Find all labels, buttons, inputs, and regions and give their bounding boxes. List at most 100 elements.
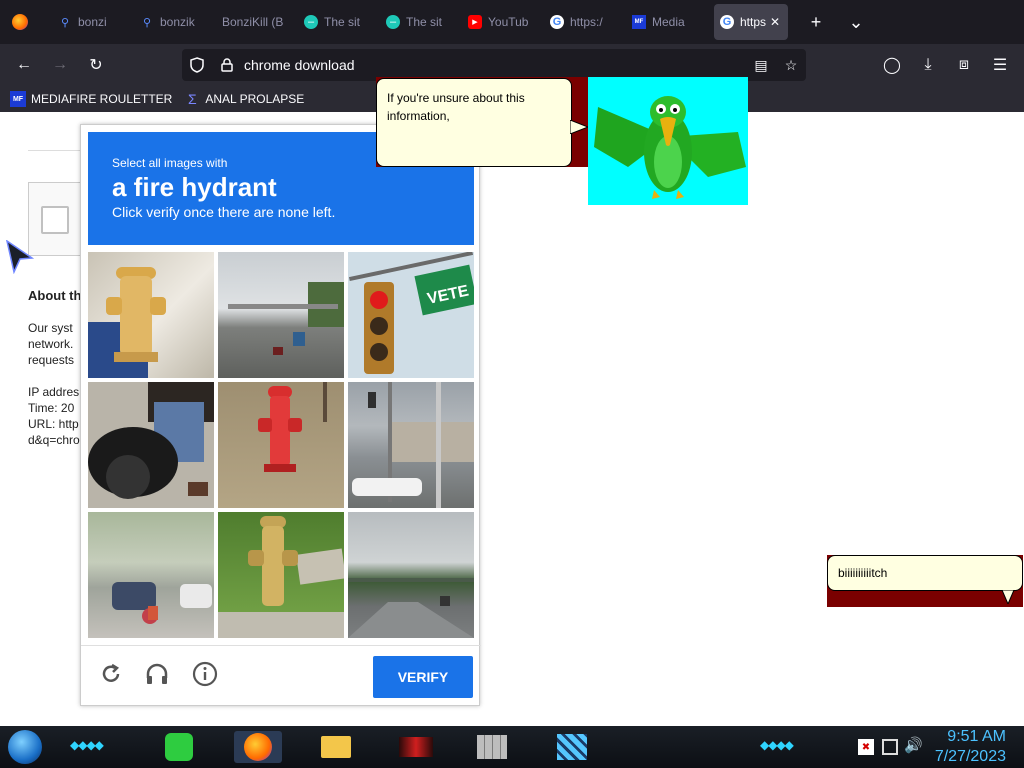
tab-label: https [740, 15, 767, 29]
cursor-icon [6, 240, 34, 274]
street-image [352, 382, 474, 508]
tab-1[interactable]: ⚲ bonzi [52, 4, 134, 40]
captcha-target: a fire hydrant [112, 172, 277, 202]
detail-line: d&q=chro [28, 433, 80, 447]
captcha-tile-4[interactable] [88, 382, 214, 508]
motorcycle-image [88, 382, 214, 499]
reader-view-icon[interactable]: ▤ [746, 57, 776, 74]
bricks-icon [477, 735, 507, 759]
url-text[interactable]: chrome download [242, 57, 746, 73]
search-icon: ⚲ [60, 16, 70, 29]
clock-time: 9:51 AM [947, 728, 1006, 745]
bubble-text: If you're unsure about this information, [387, 91, 525, 123]
tab-5[interactable]: – The sit [380, 4, 462, 40]
reload-button[interactable]: ↻ [78, 49, 114, 81]
tab-label: bonzik [160, 15, 195, 29]
tab-4[interactable]: – The sit [298, 4, 380, 40]
close-tab-icon[interactable]: ✕ [770, 15, 780, 29]
list-tabs-button[interactable]: ⌄ [836, 4, 876, 40]
tab-label: https:/ [570, 15, 603, 29]
network-icon[interactable] [882, 739, 898, 755]
youtube-icon: ▶ [468, 15, 482, 29]
tab-3[interactable]: BonziKill (B [216, 4, 298, 40]
captcha-tile-6[interactable] [348, 382, 474, 508]
taskbar: ◆◆◆◆ ◆◆◆◆ ✖ 🔊 9:51 AM 7/27/2023 [0, 726, 1024, 768]
tab-active[interactable]: G https ✕ [714, 4, 788, 40]
firefox-icon [12, 14, 28, 30]
detail-line: URL: http [28, 417, 79, 431]
divider [28, 150, 88, 151]
captcha-footer: VERIFY [81, 645, 481, 706]
game-icon [399, 737, 433, 757]
captcha-tile-7[interactable] [88, 512, 214, 638]
decor-lights-icon: ◆◆◆◆ [70, 738, 104, 752]
toolbar-right: ◯ ⤓ ⧈ ☰ [874, 49, 1018, 81]
mediafire-icon: MF [632, 15, 646, 29]
paragraph-line: requests [28, 353, 75, 367]
taskbar-app-explorer[interactable] [312, 731, 360, 763]
street-image [112, 582, 212, 624]
info-icon[interactable] [191, 660, 219, 688]
tab-label: YouTub [488, 15, 529, 29]
captcha-tile-5[interactable] [218, 382, 344, 508]
flag-icon[interactable]: ✖ [858, 739, 874, 755]
reload-captcha-icon[interactable] [97, 660, 125, 688]
taskbar-app-notes[interactable] [155, 731, 203, 763]
search-icon: ⚲ [142, 16, 152, 29]
lock-icon[interactable] [212, 58, 242, 72]
bookmark-mediafire[interactable]: MF MEDIAFIRE ROULETTER [10, 91, 172, 107]
tab-2[interactable]: ⚲ bonzik [134, 4, 216, 40]
captcha-challenge: Select all images with a fire hydrant Cl… [80, 124, 481, 706]
recaptcha-checkbox-frame [28, 182, 88, 256]
blocks-icon [557, 734, 587, 760]
tab-6[interactable]: ▶ YouTub [462, 4, 544, 40]
google-icon: G [720, 15, 734, 29]
star-icon[interactable]: ☆ [776, 57, 806, 74]
page-content: About th Our syst network. requests IP a… [0, 112, 1024, 726]
bubble-tail [570, 120, 588, 134]
bookmark-icon: Σ [188, 91, 197, 107]
tab-7[interactable]: G https:/ [544, 4, 626, 40]
shield-icon[interactable] [182, 57, 212, 73]
back-button[interactable]: ← [6, 49, 42, 81]
captcha-tile-2[interactable] [218, 252, 344, 378]
firefox-icon [244, 733, 272, 761]
paragraph-line: Our syst [28, 321, 73, 335]
bonzi-character[interactable] [588, 77, 748, 205]
notes-icon [165, 733, 193, 761]
volume-icon[interactable]: 🔊 [904, 736, 923, 754]
fire-hydrant-image [88, 267, 166, 378]
start-button[interactable] [8, 730, 42, 764]
bookmark-label: ANAL PROLAPSE [205, 92, 305, 106]
paragraph-line: network. [28, 337, 74, 351]
tab-8[interactable]: MF Media [626, 4, 708, 40]
recaptcha-checkbox[interactable] [41, 206, 69, 234]
system-clock[interactable]: 9:51 AM 7/27/2023 [935, 727, 1006, 767]
captcha-tile-9[interactable] [348, 512, 474, 638]
captcha-tile-8[interactable] [218, 512, 344, 638]
forward-button[interactable]: → [42, 49, 78, 81]
taskbar-app-firefox[interactable] [234, 731, 282, 763]
clock-date: 7/27/2023 [934, 748, 1006, 765]
firefox-view-button[interactable] [0, 0, 40, 44]
tab-bar: ⚲ bonzi ⚲ bonzik BonziKill (B – The sit … [0, 0, 1024, 44]
captcha-tile-1[interactable] [88, 252, 214, 378]
site-icon: – [386, 15, 400, 29]
taskbar-app-game[interactable] [392, 731, 440, 763]
captcha-image-grid: VETE [88, 252, 474, 638]
bonzi-speech-bubble: If you're unsure about this information, [376, 78, 572, 167]
new-tab-button[interactable]: + [796, 4, 836, 40]
menu-icon[interactable]: ☰ [982, 49, 1018, 81]
download-icon[interactable]: ⤓ [910, 49, 946, 81]
pocket-icon[interactable]: ◯ [874, 49, 910, 81]
google-icon: G [550, 15, 564, 29]
extensions-icon[interactable]: ⧈ [946, 49, 982, 81]
taskbar-app-blocks[interactable] [548, 731, 596, 763]
verify-button[interactable]: VERIFY [373, 656, 473, 698]
taskbar-app-bricks[interactable] [468, 731, 516, 763]
highway-image [228, 282, 344, 355]
bookmark-second[interactable]: Σ ANAL PROLAPSE [184, 91, 304, 107]
captcha-tile-3[interactable]: VETE [348, 252, 474, 378]
audio-challenge-icon[interactable] [143, 660, 171, 688]
bubble-text: biiiiiiiiiitch [838, 566, 888, 580]
